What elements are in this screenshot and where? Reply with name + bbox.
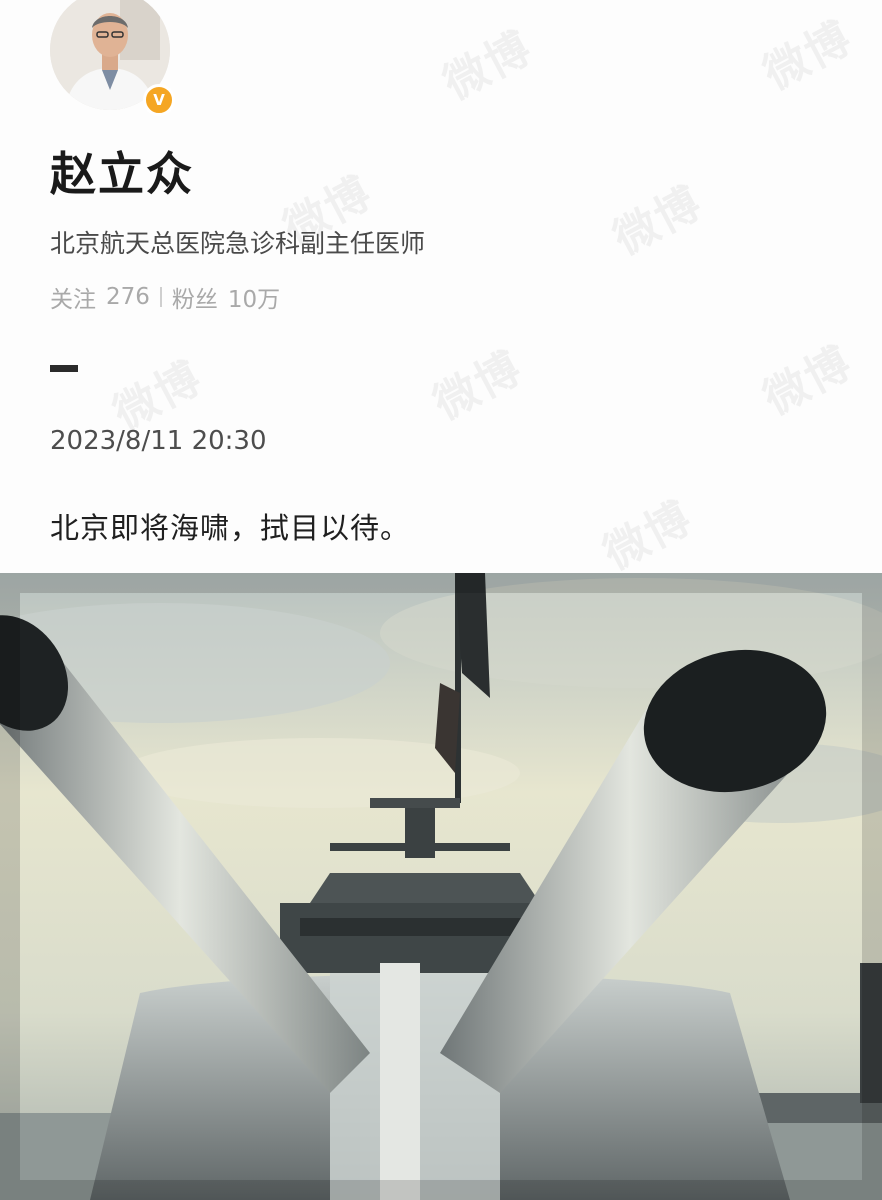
followers-label[interactable]: 粉丝 xyxy=(172,280,218,314)
profile-stats: 关注 276 粉丝 10万 xyxy=(50,280,280,314)
section-divider xyxy=(50,365,78,372)
profile-name[interactable]: 赵立众 xyxy=(50,138,194,204)
watermark: 微博 xyxy=(605,176,711,266)
followers-count[interactable]: 10万 xyxy=(228,280,280,314)
post-text: 北京即将海啸，拭目以待。 xyxy=(50,511,411,545)
watermark: 微博 xyxy=(755,336,861,426)
warship-photo xyxy=(0,573,882,1200)
profile-bio: 北京航天总医院急诊科副主任医师 xyxy=(50,229,426,258)
following-count[interactable]: 276 xyxy=(106,284,150,310)
watermark: 微博 xyxy=(755,11,861,101)
stats-divider xyxy=(159,287,162,307)
following-label[interactable]: 关注 xyxy=(50,280,96,314)
watermark: 微博 xyxy=(595,491,701,581)
verified-badge-icon: V xyxy=(143,84,175,116)
weibo-post-card: 微博 微博 微博 微博 微博 微博 微博 微博 V 赵立众 北京航天总医院急诊科… xyxy=(0,0,882,1200)
post-image[interactable] xyxy=(0,573,882,1200)
watermark: 微博 xyxy=(435,21,541,111)
post-timestamp: 2023/8/11 20:30 xyxy=(50,426,267,456)
watermark: 微博 xyxy=(425,341,531,431)
